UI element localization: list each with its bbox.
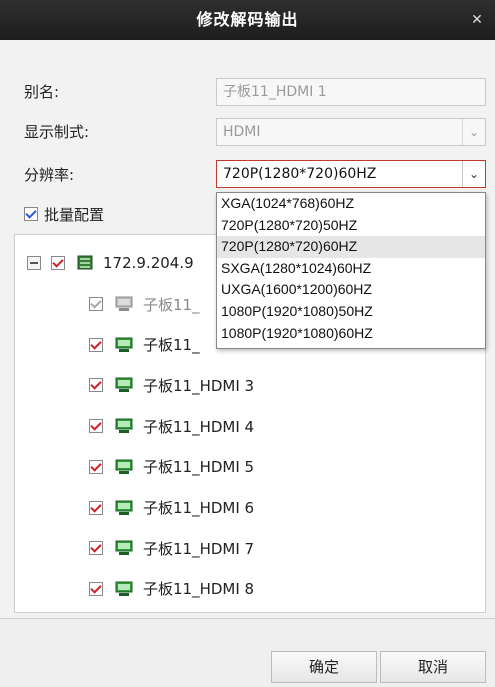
display-format-label: 显示制式:	[24, 123, 90, 141]
modify-decode-output-dialog: 修改解码输出 ✕ 别名: 子板11_HDMI 1 显示制式: HDMI ⌄ 分辨…	[0, 0, 495, 687]
tree-item-row[interactable]: 子板11_HDMI 3	[89, 373, 254, 397]
tree-item-label: 子板11_HDMI 5	[143, 458, 255, 477]
resolution-option[interactable]: XGA(1024*768)60HZ	[217, 193, 485, 215]
tree-item-checkbox[interactable]	[89, 541, 103, 556]
tree-item-row[interactable]: 子板11_HDMI 4	[89, 414, 254, 438]
cancel-button[interactable]: 取消	[380, 651, 486, 683]
decoder-output-icon	[115, 337, 133, 352]
root-label: 172.9.204.9	[103, 254, 194, 272]
tree-item-row[interactable]: 子板11_HDMI 6	[89, 496, 254, 520]
tree-item-label: 子板11_HDMI 7	[143, 539, 255, 558]
tree-item-label: 子板11_	[143, 336, 200, 355]
tree-item-label: 子板11_HDMI 3	[143, 376, 255, 395]
resolution-option[interactable]: 720P(1280*720)60HZ	[217, 236, 485, 258]
decoder-output-icon	[115, 500, 133, 515]
title-bar[interactable]: 修改解码输出 ✕	[0, 0, 495, 40]
decoder-output-icon	[115, 459, 133, 474]
batch-config-label: 批量配置	[44, 205, 105, 224]
resolution-option[interactable]: UXGA(1600*1200)60HZ	[217, 279, 485, 301]
tree-item-row[interactable]: 子板11_HDMI 8	[89, 577, 254, 601]
resolution-label: 分辨率:	[24, 166, 75, 184]
tree-item-label: 子板11_HDMI 6	[143, 499, 255, 517]
resolution-select[interactable]: 720P(1280*720)60HZ ⌄	[216, 160, 486, 188]
decoder-output-icon	[115, 296, 133, 311]
alias-field: 子板11_HDMI 1	[216, 78, 486, 106]
collapse-icon[interactable]	[27, 256, 41, 270]
resolution-option[interactable]: SXGA(1280*1024)60HZ	[217, 258, 485, 280]
tree-item-checkbox	[89, 297, 103, 311]
tree-item-row[interactable]: 子板11_HDMI 5	[89, 455, 254, 479]
chevron-down-icon[interactable]: ⌄	[462, 119, 485, 145]
tree-item-row[interactable]: 子板11_	[89, 333, 200, 357]
decoder-output-icon	[115, 581, 133, 596]
resolution-dropdown: XGA(1024*768)60HZ 720P(1280*720)50HZ 720P(…	[216, 192, 486, 349]
tree-item-checkbox[interactable]	[89, 581, 103, 596]
device-rack-icon	[77, 255, 93, 270]
tree-item-checkbox[interactable]	[89, 500, 103, 515]
alias-label: 别名:	[24, 83, 60, 101]
resolution-option[interactable]: 720P(1280*720)50HZ	[217, 215, 485, 237]
batch-config[interactable]: 批量配置	[24, 203, 104, 225]
tree-item-checkbox[interactable]	[89, 378, 103, 393]
display-format-select[interactable]: HDMI ⌄	[216, 118, 486, 146]
root-checkbox[interactable]	[51, 256, 65, 270]
resolution-option[interactable]: 1080P(1920*1080)50HZ	[217, 301, 485, 323]
display-format-value: HDMI	[223, 124, 261, 140]
decoder-output-icon	[115, 540, 133, 556]
tree-item-label: 子板11_HDMI 4	[143, 417, 255, 436]
close-icon[interactable]: ✕	[467, 10, 487, 30]
batch-config-checkbox[interactable]	[24, 207, 38, 221]
tree-item-row[interactable]: 子板11_HDMI 7	[89, 536, 254, 560]
ok-button[interactable]: 确定	[271, 651, 377, 683]
tree-item-label: 子板11_	[143, 295, 200, 314]
resolution-option[interactable]: 1080P(1920*1080)60HZ	[217, 323, 485, 345]
tree-item-checkbox[interactable]	[89, 337, 103, 352]
dialog-title: 修改解码输出	[196, 10, 299, 29]
tree-item-label: 子板11_HDMI 8	[143, 580, 255, 599]
tree-item-checkbox[interactable]	[89, 459, 103, 474]
resolution-value: 720P(1280*720)60HZ	[223, 166, 377, 182]
decoder-output-icon	[115, 418, 133, 434]
tree-item-checkbox[interactable]	[89, 419, 103, 434]
dialog-footer: 确定 取消	[0, 618, 495, 687]
chevron-down-icon[interactable]: ⌄	[462, 161, 485, 187]
tree-item-row[interactable]: 子板11_	[89, 292, 200, 316]
decoder-output-icon	[115, 377, 133, 393]
tree-root-row[interactable]: 172.9.204.9	[27, 251, 194, 275]
alias-value: 子板11_HDMI 1	[223, 84, 327, 100]
